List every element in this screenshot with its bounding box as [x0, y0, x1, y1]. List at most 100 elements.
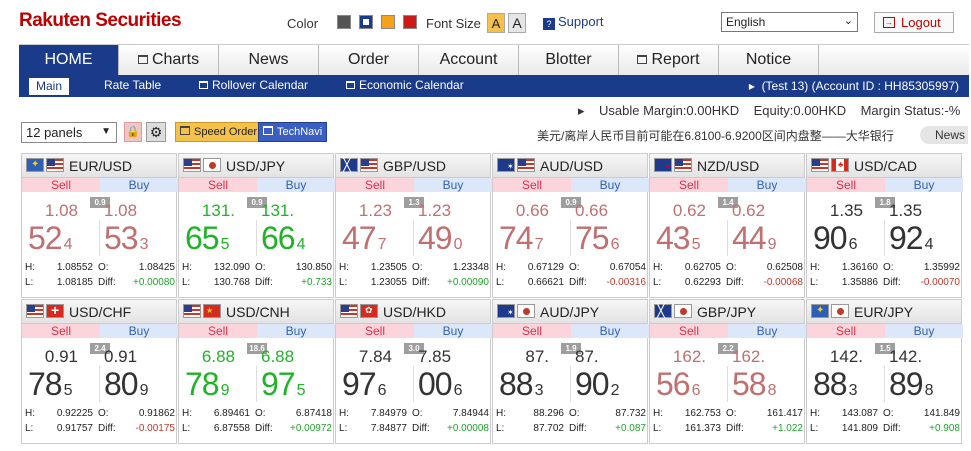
- rate-panel[interactable]: AUD/JPYSellBuy87.1.987.883902H:88.296O:8…: [492, 299, 649, 444]
- speed-order-button[interactable]: Speed Order: [175, 122, 262, 142]
- buy-price-big: 49: [418, 220, 453, 256]
- diff-label: Diff:: [883, 423, 901, 434]
- buy-button[interactable]: 44 9: [732, 220, 777, 257]
- sell-label: Sell: [336, 324, 414, 338]
- diff-label: Diff:: [412, 423, 430, 434]
- diff-label: Diff:: [255, 423, 273, 434]
- tab-report[interactable]: Report: [619, 45, 719, 75]
- color-swatch-blue[interactable]: [359, 15, 373, 29]
- color-swatch-gray[interactable]: [337, 15, 351, 29]
- rate-panel[interactable]: GBP/JPYSellBuy162.2.2162.566588H:162.753…: [649, 299, 806, 444]
- open-label: O:: [883, 408, 894, 419]
- ch-flag-icon: [46, 302, 64, 318]
- news-button[interactable]: News: [920, 126, 968, 144]
- rate-panel[interactable]: USD/HKDSellBuy7.843.07.85976006H:7.84979…: [335, 299, 492, 444]
- sell-button[interactable]: 47 7: [342, 220, 387, 257]
- panels-select[interactable]: 12 panels ▼: [21, 122, 117, 143]
- subtab-rollover-calendar[interactable]: Rollover Calendar: [199, 78, 308, 92]
- open-label: O:: [98, 408, 109, 419]
- subtab-economic-calendar[interactable]: Economic Calendar: [346, 78, 464, 92]
- support-link[interactable]: ? Support: [543, 14, 604, 30]
- font-size-small-button[interactable]: A: [487, 13, 505, 33]
- tab-blotter[interactable]: Blotter: [519, 45, 619, 75]
- tab-news[interactable]: News: [219, 45, 319, 75]
- buy-button[interactable]: 90 2: [575, 366, 620, 403]
- rate-panel[interactable]: USD/CHFSellBuy0.912.40.91785809H:0.92225…: [21, 299, 178, 444]
- sell-button[interactable]: 97 6: [342, 366, 387, 403]
- price-area: 1.23 1.3 1.23 47 7 49 0: [336, 192, 490, 260]
- rate-panel[interactable]: EUR/JPYSellBuy142.1.5142.883898H:143.087…: [806, 299, 963, 444]
- sell-label: Sell: [493, 178, 571, 192]
- rate-panel[interactable]: USD/CADSellBuy1.351.81.35906924H:1.36160…: [806, 153, 963, 298]
- price-area: 0.62 1.4 0.62 43 5 44 9: [650, 192, 804, 260]
- sell-button[interactable]: 43 5: [656, 220, 701, 257]
- news-ticker[interactable]: 美元/离岸人民币目前可能在6.8100-6.9200区间内盘整——大华银行: [537, 127, 894, 144]
- buy-button[interactable]: 80 9: [104, 366, 149, 403]
- rate-panel[interactable]: USD/CNHSellBuy6.8818.66.88789975H:6.8946…: [178, 299, 335, 444]
- lock-icon[interactable]: 🔒: [124, 122, 142, 142]
- rate-panel[interactable]: USD/JPY Sell Buy 131. 0.9 131. 65 5 66 4 H: 132.090…: [178, 153, 335, 298]
- color-swatch-red[interactable]: [403, 15, 417, 29]
- font-size-large-button[interactable]: A: [508, 13, 526, 33]
- currency-pair: AUD/JPY: [540, 304, 600, 320]
- sell-price-big: 97: [342, 366, 377, 402]
- gear-icon[interactable]: ⚙: [146, 122, 166, 142]
- high-value: 7.84979: [370, 408, 407, 419]
- sell-button[interactable]: 65 5: [185, 220, 230, 257]
- sell-button[interactable]: 74 7: [499, 220, 544, 257]
- technavi-button[interactable]: TechNavi: [258, 122, 328, 142]
- sell-button[interactable]: 56 6: [656, 366, 701, 403]
- buy-button[interactable]: 92 4: [889, 220, 934, 257]
- sell-button[interactable]: 78 5: [28, 366, 73, 403]
- rate-panel[interactable]: EUR/USDSellBuy1.080.91.08524533H:1.08552…: [21, 153, 178, 298]
- sell-button[interactable]: 88 3: [813, 366, 858, 403]
- high-label: H:: [653, 262, 663, 273]
- tab-account[interactable]: Account: [419, 45, 519, 75]
- low-value: 1.08185: [56, 277, 93, 288]
- account-info[interactable]: ▸ (Test 13) (Account ID : HH85305997): [749, 79, 959, 93]
- price-divider: [99, 220, 100, 256]
- sell-price-big: 74: [499, 220, 534, 256]
- sell-button[interactable]: 78 9: [185, 366, 230, 403]
- panel-header: NZD/USD: [650, 154, 804, 178]
- rate-panel[interactable]: AUD/USDSellBuy0.660.90.66747756H:0.67129…: [492, 153, 649, 298]
- tab-charts[interactable]: Charts: [119, 45, 219, 75]
- language-select[interactable]: English ⌄: [721, 12, 858, 32]
- low-value: 0.91757: [56, 423, 93, 434]
- color-label: Color: [287, 16, 319, 31]
- buy-button[interactable]: 53 3: [104, 220, 149, 257]
- currency-pair: USD/CAD: [854, 158, 918, 174]
- tab-notice[interactable]: Notice: [719, 45, 819, 75]
- color-swatch-orange[interactable]: [381, 15, 395, 29]
- buy-button[interactable]: 58 8: [732, 366, 777, 403]
- panel-stats: H: 88.296 O: 87.732 L: 87.702 Diff: +0.087: [493, 406, 647, 443]
- tab-home[interactable]: HOME: [19, 45, 119, 75]
- rate-panel[interactable]: GBP/USDSellBuy1.231.31.23477490H:1.23505…: [335, 153, 492, 298]
- diff-value: +0.00972: [290, 423, 332, 434]
- rate-panel[interactable]: NZD/USDSellBuy0.621.40.62435449H:0.62705…: [649, 153, 806, 298]
- cn-flag-icon: [203, 304, 221, 318]
- subtab-main[interactable]: Main: [29, 78, 70, 95]
- open-value: 0.62508: [766, 262, 803, 273]
- panel-stats: H: 7.84979 O: 7.84944 L: 7.84877 Diff: +0.00008: [336, 406, 490, 443]
- panel-stats: H: 1.23505 O: 1.23348 L: 1.23055 Diff: +0.00090: [336, 260, 490, 297]
- buy-price-big: 92: [889, 220, 924, 256]
- high-label: H:: [339, 262, 349, 273]
- buy-button[interactable]: 00 6: [418, 366, 463, 403]
- sell-button[interactable]: 88 3: [499, 366, 544, 403]
- tab-order[interactable]: Order: [319, 45, 419, 75]
- margin-bar: ▸ Usable Margin:0.00HKD Equity:0.00HKD M…: [578, 103, 960, 119]
- buy-button[interactable]: 89 8: [889, 366, 934, 403]
- sell-button[interactable]: 90 6: [813, 220, 858, 257]
- sell-price-big: 56: [656, 366, 691, 402]
- sell-button[interactable]: 52 4: [28, 220, 73, 257]
- diff-label: Diff:: [412, 277, 430, 288]
- buy-button[interactable]: 75 6: [575, 220, 620, 257]
- diff-value: -0.00068: [763, 277, 803, 288]
- chevron-down-icon: ⌄: [843, 15, 853, 27]
- subtab-rate-table[interactable]: Rate Table: [104, 78, 161, 92]
- buy-button[interactable]: 97 5: [261, 366, 306, 403]
- logout-button[interactable]: → Logout: [874, 12, 954, 33]
- buy-button[interactable]: 49 0: [418, 220, 463, 257]
- buy-button[interactable]: 66 4: [261, 220, 306, 257]
